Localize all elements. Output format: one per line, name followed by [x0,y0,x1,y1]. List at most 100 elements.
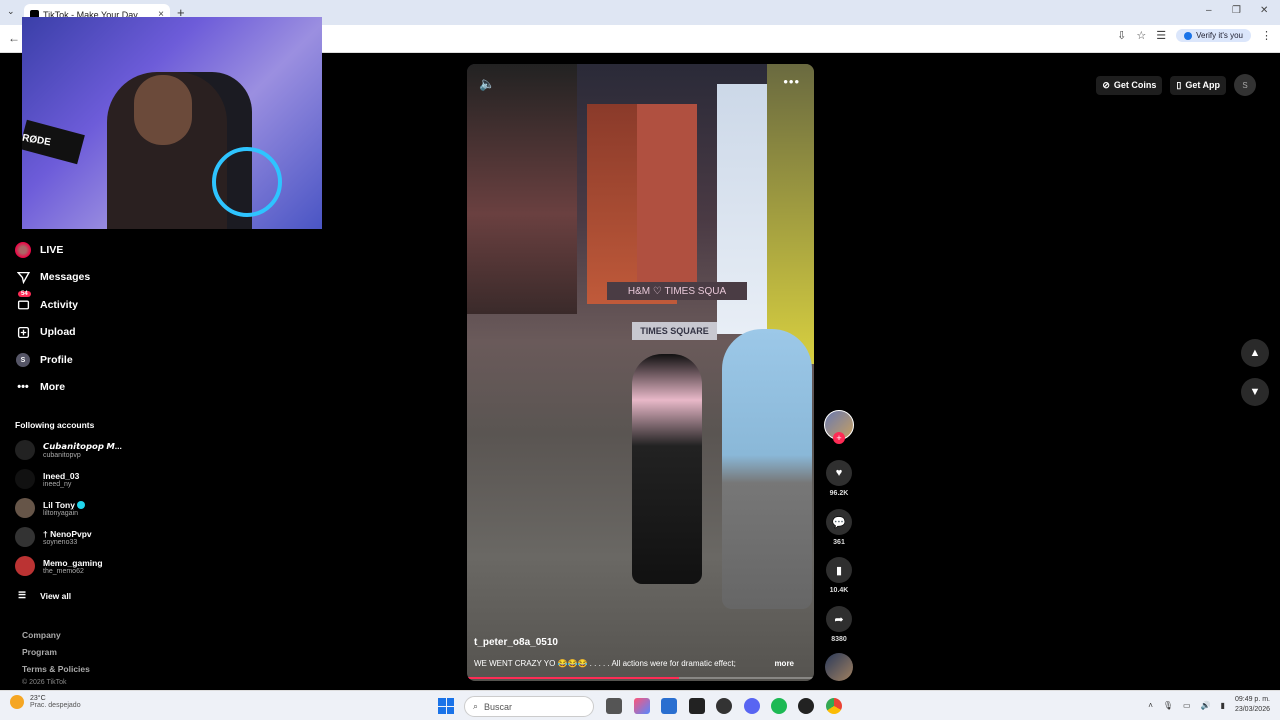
toolbar-icons: ⇩ ☆ ☰ Verify it's you ⋮ [1117,29,1272,42]
footer-link-terms[interactable]: Terms & Policies [22,664,90,674]
footer-link-program[interactable]: Program [22,647,57,657]
avatar [15,498,35,518]
more-options-icon[interactable]: ••• [783,74,800,89]
building [767,64,814,364]
address-bar[interactable] [320,29,1080,49]
following-account[interactable]: † NenoPvpv soyneno33 [15,527,92,547]
follow-plus-icon[interactable]: + [833,432,845,444]
sidebar-item-messages[interactable]: Messages [15,269,90,285]
comment-button[interactable]: 💬 361 [822,509,856,546]
temperature: 23°C [30,695,46,702]
obs-icon[interactable] [798,698,814,714]
get-coins-label: Get Coins [1113,80,1157,90]
video-player[interactable]: H&M ♡ TIMES SQUA TIMES SQUARE 🔈 ••• t_pe… [467,64,814,681]
window-close-button[interactable]: ✕ [1260,5,1268,16]
music-disc-button[interactable] [822,653,856,681]
verify-button[interactable]: Verify it's you [1176,29,1251,42]
activity-badge: 54 [18,291,31,297]
search-icon: ⌕ [473,701,479,711]
spotify-icon[interactable] [771,698,787,714]
sidebar-item-activity[interactable]: 54 Activity [15,291,78,313]
bookmark-star-icon[interactable]: ☆ [1136,29,1146,42]
share-button[interactable]: ➦ 8380 [822,606,856,643]
clock-time: 09:49 p. m. [1234,696,1270,703]
tab-search-menu[interactable]: ⌄ [7,6,15,17]
volume-icon[interactable]: 🔈 [479,76,495,92]
weather-status: Prac. despejado [30,702,81,709]
windows-taskbar: 23°C Prac. despejado ⌕ Buscar ˄ 🎙 ▭ 🔊 ▮ … [0,690,1280,720]
discord-icon[interactable] [744,698,760,714]
network-icon[interactable]: ▭ [1183,701,1191,710]
caption-more-button[interactable]: more [774,659,794,668]
task-view-icon[interactable] [606,698,622,714]
avatar [15,469,35,489]
taskbar-search[interactable]: ⌕ Buscar [464,696,594,717]
chevron-down-icon: ▼ [1249,386,1261,398]
get-coins-button[interactable]: ⊘ Get Coins [1096,75,1163,95]
chevron-up-icon: ▲ [1249,347,1261,359]
get-app-button[interactable]: ▯ Get App [1170,75,1226,95]
sidebar-item-upload[interactable]: Upload [15,324,76,340]
video-progress-bar[interactable] [467,677,814,679]
app-icon[interactable] [716,698,732,714]
sidebar-item-label: Profile [40,354,73,366]
get-app-label: Get App [1185,80,1220,90]
account-name: Ineed_03 [43,470,80,481]
verify-label: Verify it's you [1196,31,1243,40]
maximize-button[interactable]: ❐ [1232,5,1241,16]
volume-tray-icon[interactable]: 🔊 [1201,701,1211,710]
tray-chevron-icon[interactable]: ˄ [1148,701,1153,710]
video-author[interactable]: t_peter_o8a_0510 [474,637,558,648]
avatar [15,556,35,576]
install-app-icon[interactable]: ⇩ [1117,29,1126,42]
footer-link-company[interactable]: Company [22,630,61,640]
reading-list-icon[interactable]: ☰ [1156,29,1166,42]
next-video-button[interactable]: ▼ [1241,378,1269,406]
sidebar-item-more[interactable]: ••• More [15,379,65,395]
sidebar-item-profile[interactable]: S Profile [15,352,73,368]
windows-start-icon[interactable] [438,698,454,714]
system-tray: ˄ 🎙 ▭ 🔊 ▮ 09:49 p. m. 23/03/2026 [1148,695,1270,715]
search-label: Buscar [484,701,513,712]
like-button[interactable]: ♥ 96.2K [822,460,856,497]
streamer-head [134,75,192,145]
following-account[interactable]: Lil Tony liltonyagain [15,498,86,518]
verified-badge-icon [77,501,86,510]
webcam-overlay: RØDE [22,17,322,229]
following-accounts-title: Following accounts [15,420,95,430]
microphone-icon[interactable]: 🎙 [1163,701,1173,710]
account-name: † NenoPvpv [43,528,92,539]
minimize-button[interactable]: – [1206,5,1212,16]
video-progress-fill [467,677,679,679]
user-avatar[interactable]: S [1234,74,1256,96]
activity-icon: 54 [15,291,31,313]
upload-icon [15,324,31,340]
video-caption: WE WENT CRAZY YO 😂😂😂 . . . . . All actio… [474,659,794,668]
store-icon[interactable] [661,698,677,714]
following-account[interactable]: 𝘾𝙪𝙗𝙖𝙣𝙞𝙩𝙤𝙥𝙤𝙥 𝙈... cubanitopvp [15,440,122,460]
following-account[interactable]: Memo_gaming the_memo62 [15,556,103,576]
browser-menu-icon[interactable]: ⋮ [1261,29,1272,42]
account-username: cubanitopvp [43,452,81,459]
phone-icon: ▯ [1176,79,1182,90]
account-username: soyneno33 [43,538,78,546]
share-count: 8380 [831,636,847,643]
back-button[interactable]: ← [8,31,20,45]
like-count: 96.2K [829,490,849,497]
heart-icon: ♥ [826,460,852,486]
store-sign: H&M ♡ TIMES SQUA [607,282,747,300]
battery-icon[interactable]: ▮ [1221,701,1225,710]
save-button[interactable]: ▮ 10.4K [822,557,856,594]
view-all-button[interactable]: ☰ View all [18,590,71,601]
following-account[interactable]: Ineed_03 ineed_ny [15,469,79,489]
terminal-icon[interactable] [689,698,705,714]
copilot-icon[interactable] [634,698,650,714]
weather-widget[interactable]: 23°C Prac. despejado [10,695,81,709]
account-icon [1184,31,1193,40]
account-name-row: Lil Tony [43,500,86,510]
chrome-icon[interactable] [826,698,842,714]
sidebar-item-live[interactable]: LIVE [15,242,63,258]
clock[interactable]: 09:49 p. m. 23/03/2026 [1235,695,1270,715]
creator-avatar-button[interactable]: + [822,410,856,444]
previous-video-button[interactable]: ▲ [1241,339,1269,367]
